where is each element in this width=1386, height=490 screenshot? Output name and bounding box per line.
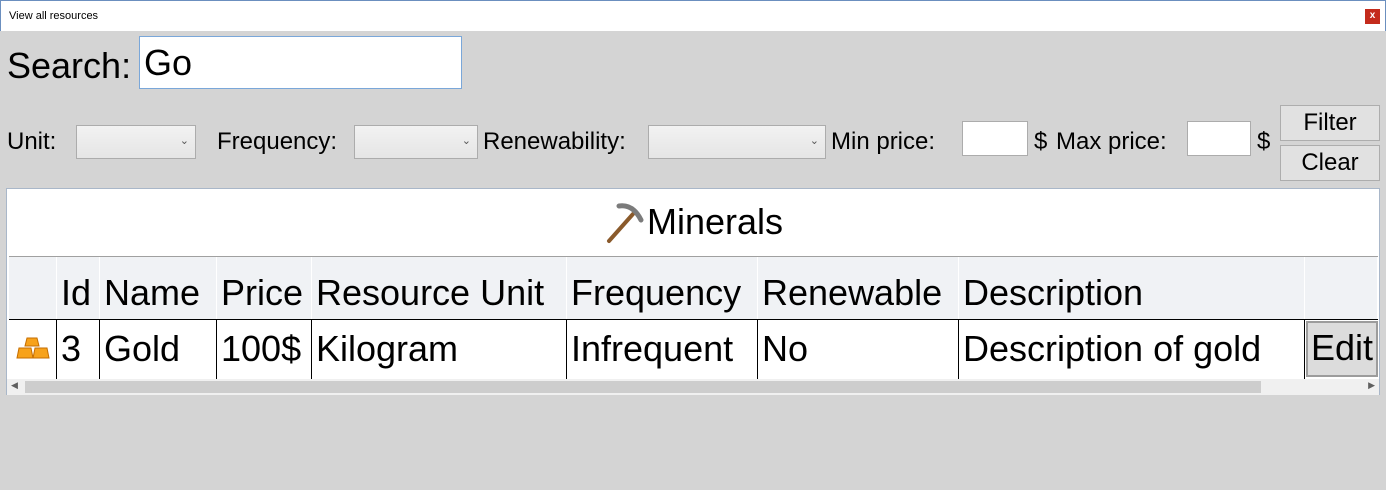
edit-button[interactable]: Edit xyxy=(1306,321,1378,377)
cell-description: Description of gold xyxy=(959,320,1305,379)
scroll-left-icon[interactable]: ◀ xyxy=(11,380,18,391)
horizontal-scrollbar[interactable]: ◀ ▶ xyxy=(7,379,1379,395)
frequency-combo[interactable]: ⌄ xyxy=(354,125,478,159)
pickaxe-icon xyxy=(606,203,644,243)
panel-header: Minerals xyxy=(7,189,1379,255)
min-price-currency: $ xyxy=(1034,128,1048,155)
window-title: View all resources xyxy=(9,10,99,22)
header-id[interactable]: Id xyxy=(57,257,100,319)
filter-button[interactable]: Filter xyxy=(1280,105,1380,141)
header-description[interactable]: Description xyxy=(959,257,1305,319)
cell-id: 3 xyxy=(57,320,100,379)
renewability-label: Renewability: xyxy=(483,128,626,155)
max-price-currency: $ xyxy=(1257,128,1271,155)
max-price-label: Max price: xyxy=(1056,128,1167,155)
header-action xyxy=(1305,257,1378,319)
cell-renewable: No xyxy=(758,320,959,379)
title-bar: View all resources x xyxy=(0,0,1386,31)
panel-title: Minerals xyxy=(646,201,784,242)
gold-bars-icon xyxy=(9,320,57,379)
header-icon-cell xyxy=(9,257,57,319)
frequency-label: Frequency: xyxy=(217,128,338,155)
header-price[interactable]: Price xyxy=(217,257,312,319)
close-button[interactable]: x xyxy=(1365,9,1380,24)
chevron-down-icon: ⌄ xyxy=(461,135,471,147)
resources-table: Id Name Price Resource Unit Frequency Re… xyxy=(9,256,1378,379)
minerals-panel: Minerals Id Name Price Resource Unit Fre… xyxy=(6,188,1380,395)
chevron-down-icon: ⌄ xyxy=(179,135,189,147)
cell-frequency: Infrequent xyxy=(567,320,758,379)
cell-name: Gold xyxy=(100,320,217,379)
min-price-input[interactable] xyxy=(962,121,1028,156)
cell-action: Edit xyxy=(1305,320,1378,379)
renewability-combo[interactable]: ⌄ xyxy=(648,125,826,159)
chevron-down-icon: ⌄ xyxy=(809,135,819,147)
unit-combo[interactable]: ⌄ xyxy=(76,125,196,159)
header-name[interactable]: Name xyxy=(100,257,217,319)
table-row[interactable]: 3 Gold 100$ Kilogram Infrequent No Descr… xyxy=(9,319,1378,379)
clear-button[interactable]: Clear xyxy=(1280,145,1380,181)
unit-label: Unit: xyxy=(7,128,57,155)
scrollbar-thumb[interactable] xyxy=(25,381,1261,393)
header-renewable[interactable]: Renewable xyxy=(758,257,959,319)
cell-resource-unit: Kilogram xyxy=(312,320,567,379)
table-header: Id Name Price Resource Unit Frequency Re… xyxy=(9,257,1378,319)
header-frequency[interactable]: Frequency xyxy=(567,257,758,319)
cell-price: 100$ xyxy=(217,320,312,379)
scroll-right-icon[interactable]: ▶ xyxy=(1368,380,1375,391)
max-price-input[interactable] xyxy=(1187,121,1251,156)
search-input[interactable] xyxy=(139,36,462,89)
header-resource-unit[interactable]: Resource Unit xyxy=(312,257,567,319)
min-price-label: Min price: xyxy=(831,128,936,155)
search-label: Search: xyxy=(7,45,132,86)
